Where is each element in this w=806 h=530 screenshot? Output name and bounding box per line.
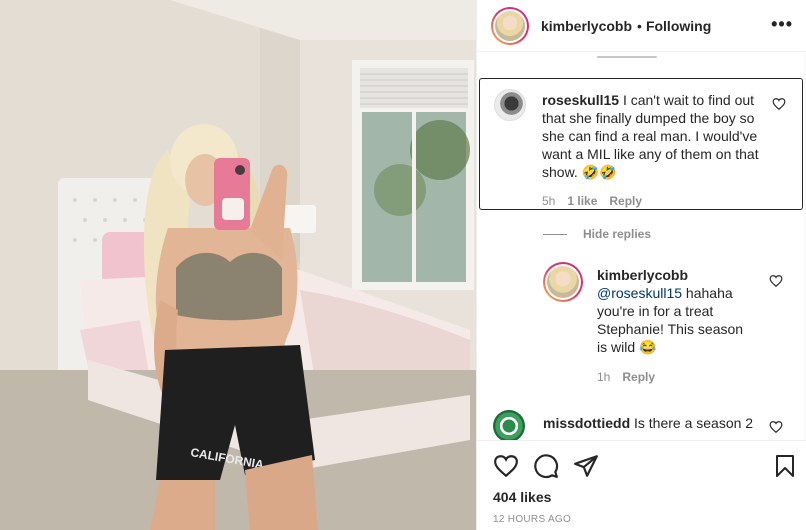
comment-reply-button[interactable]: Reply — [609, 194, 642, 208]
post-actions: 404 likes 12 HOURS AGO — [477, 440, 806, 530]
heart-icon[interactable] — [493, 453, 519, 479]
comment-body: roseskull15 I can't wait to find out tha… — [542, 91, 766, 181]
bookmark-icon[interactable] — [773, 453, 797, 479]
comment-body: missdottiedd Is there a season 2 — [543, 414, 767, 432]
reply-username[interactable]: kimberlycobb — [597, 267, 688, 283]
comment-meta: 5h 1 like Reply — [542, 194, 642, 208]
follow-status[interactable]: Following — [646, 18, 711, 34]
reply-avatar[interactable] — [543, 262, 583, 302]
post-timestamp[interactable]: 12 HOURS AGO — [493, 514, 571, 525]
comment-like-icon[interactable] — [772, 97, 786, 111]
reply-like-icon[interactable] — [769, 274, 783, 288]
commenter-avatar[interactable] — [493, 410, 525, 442]
author-username[interactable]: kimberlycobb — [541, 18, 632, 34]
reply-time[interactable]: 1h — [597, 370, 610, 384]
post-image: CALIFORNIA — [0, 0, 476, 530]
comment-username[interactable]: missdottiedd — [543, 415, 630, 431]
comment-text: Is there a season 2 — [634, 415, 754, 431]
comment-like-icon[interactable] — [769, 420, 783, 434]
divider — [543, 233, 567, 235]
comment-username[interactable]: roseskull15 — [542, 92, 619, 108]
clipped-previous-comment — [597, 52, 657, 60]
post-photo[interactable]: CALIFORNIA — [0, 0, 476, 530]
more-icon[interactable]: ••• — [771, 14, 793, 35]
reply-reply-button[interactable]: Reply — [622, 370, 655, 384]
highlighted-comment: roseskull15 I can't wait to find out tha… — [479, 78, 803, 210]
hide-replies-button[interactable]: Hide replies — [543, 227, 651, 241]
reply-meta: 1h Reply — [597, 370, 655, 384]
author-avatar[interactable] — [491, 6, 529, 45]
post-side-panel: kimberlycobb • Following ••• roseskull15… — [476, 0, 806, 530]
comment-icon[interactable] — [533, 453, 559, 479]
reply-body: kimberlycobb @roseskull15 hahaha you're … — [597, 266, 757, 356]
comment-time[interactable]: 5h — [542, 194, 555, 208]
commenter-avatar[interactable] — [494, 89, 526, 121]
header-separator: • — [637, 17, 642, 34]
like-count[interactable]: 404 likes — [493, 489, 551, 505]
hide-replies-label: Hide replies — [583, 227, 652, 241]
reply-mention[interactable]: @roseskull15 — [597, 285, 682, 301]
post-header: kimberlycobb • Following ••• — [477, 0, 806, 52]
comment-likes[interactable]: 1 like — [567, 194, 597, 208]
share-icon[interactable] — [573, 453, 599, 479]
